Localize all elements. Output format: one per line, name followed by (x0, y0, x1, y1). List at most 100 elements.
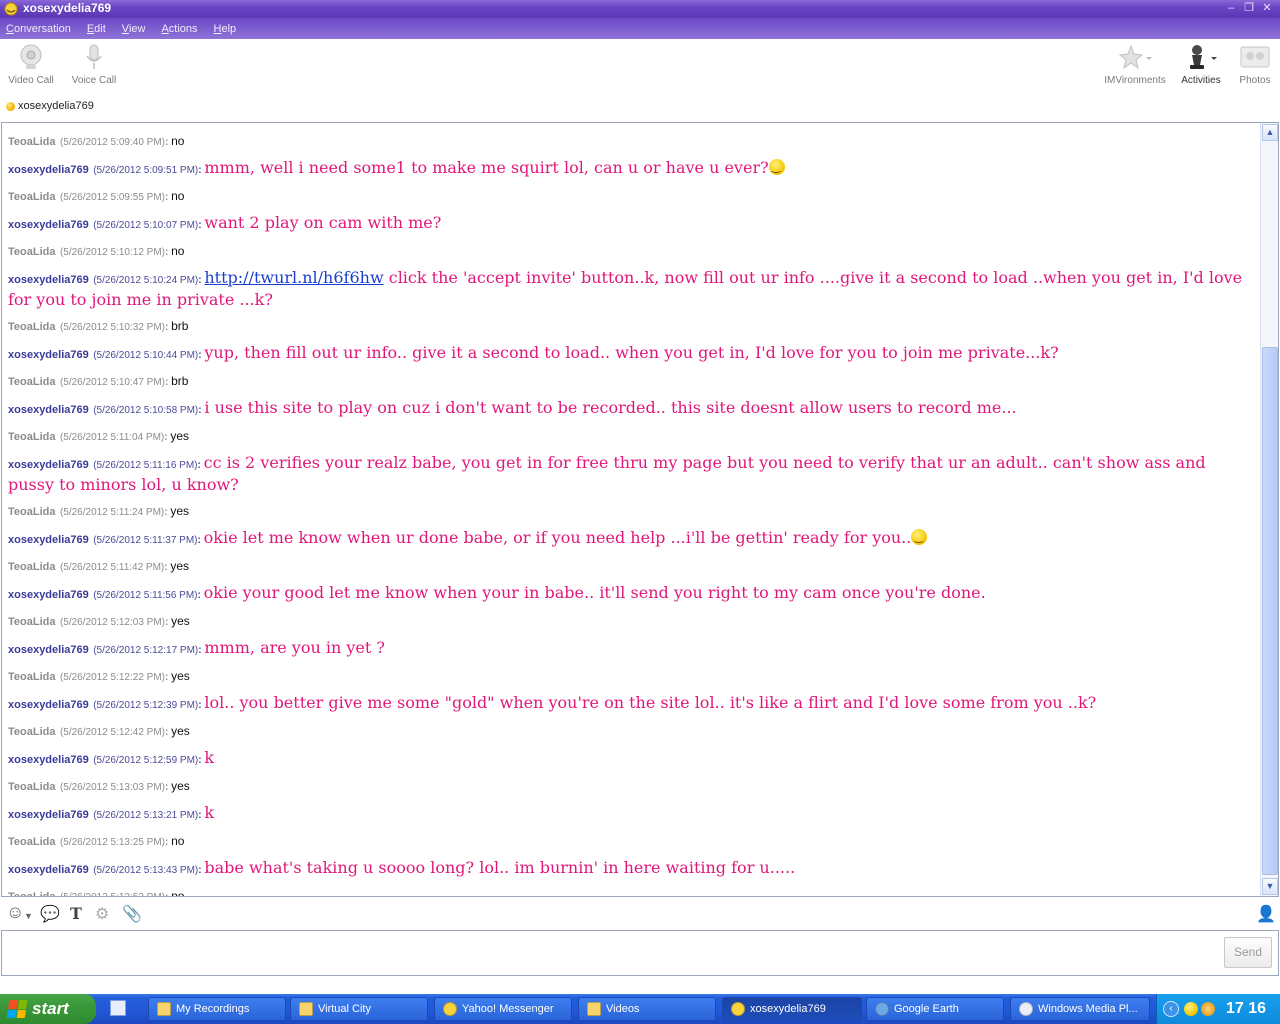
message-timestamp: (5/26/2012 5:10:47 PM) (59, 377, 166, 388)
message-sender[interactable]: TeoaLida (8, 506, 55, 518)
yahoo-smiley-icon (443, 1002, 457, 1016)
message-sender[interactable]: TeoaLida (8, 616, 55, 628)
message-timestamp: (5/26/2012 5:13:21 PM) (93, 810, 199, 821)
message-sender[interactable]: TeoaLida (8, 376, 55, 388)
message-sender[interactable]: TeoaLida (8, 671, 55, 683)
taskbar: start My Recordings Virtual City Yahoo! Me… (0, 994, 1280, 1024)
taskbar-button[interactable]: My Recordings (148, 997, 286, 1021)
menu-edit[interactable]: Edit (87, 23, 106, 35)
message-text: yes (171, 669, 190, 683)
message-timestamp: (5/26/2012 5:09:55 PM) (59, 192, 166, 203)
message-sender[interactable]: xosexydelia769 (8, 589, 89, 601)
photos-button[interactable]: Photos (1230, 43, 1280, 86)
minimize-button[interactable]: – (1224, 2, 1238, 15)
message-sender[interactable]: xosexydelia769 (8, 349, 89, 361)
online-status-icon (6, 101, 15, 111)
chat-message: xosexydelia769 (5/26/2012 5:10:58 PM): i… (2, 398, 1260, 420)
scroll-up-button[interactable]: ▲ (1262, 124, 1278, 141)
message-text: mmm, are you in yet ? (204, 638, 385, 657)
chevron-down-icon[interactable]: ▼ (24, 911, 33, 921)
taskbar-button[interactable]: Yahoo! Messenger (434, 997, 572, 1021)
message-text: no (171, 834, 184, 848)
start-button[interactable]: start (0, 994, 96, 1024)
maximize-button[interactable]: ❐ (1242, 2, 1256, 15)
message-timestamp: (5/26/2012 5:09:40 PM) (59, 137, 166, 148)
message-body: i use this site to play on cuz i don't w… (204, 398, 1017, 417)
attach-icon[interactable]: 📎 (122, 904, 142, 924)
message-sender[interactable]: xosexydelia769 (8, 404, 89, 416)
text-format-icon[interactable]: T (70, 904, 82, 923)
windows-logo-icon (6, 1000, 28, 1018)
voice-call-button[interactable]: Voice Call (68, 43, 120, 86)
photos-label: Photos (1239, 75, 1271, 86)
scroll-down-button[interactable]: ▼ (1262, 878, 1278, 895)
message-link[interactable]: http://twurl.nl/h6f6hw (204, 268, 383, 287)
taskbar-button[interactable]: Google Earth (866, 997, 1004, 1021)
message-sender[interactable]: xosexydelia769 (8, 644, 89, 656)
message-sender[interactable]: xosexydelia769 (8, 274, 89, 286)
tray-expand-icon[interactable]: ‹ (1163, 1001, 1179, 1017)
activities-button[interactable]: Activities (1176, 43, 1226, 86)
message-body: yes (171, 779, 190, 793)
menu-actions[interactable]: Actions (161, 23, 197, 35)
emoticon-icon[interactable]: ☺ (6, 902, 24, 923)
send-button[interactable]: Send (1224, 937, 1272, 968)
message-timestamp: (5/26/2012 5:11:56 PM) (93, 590, 198, 601)
message-text: yes (171, 779, 190, 793)
message-sender[interactable]: xosexydelia769 (8, 534, 89, 546)
video-call-button[interactable]: Video Call (5, 43, 57, 86)
message-body: k (204, 748, 215, 767)
title-bar[interactable]: xosexydelia769 – ❐ ✕ (0, 0, 1280, 18)
scroll-thumb[interactable] (1262, 347, 1278, 875)
message-sender[interactable]: xosexydelia769 (8, 219, 89, 231)
chat-message: TeoaLida (5/26/2012 5:09:55 PM): no (2, 186, 1260, 207)
message-body: no (171, 889, 185, 896)
message-sender[interactable]: xosexydelia769 (8, 754, 89, 766)
message-sender[interactable]: TeoaLida (8, 781, 55, 793)
taskbar-button[interactable]: Windows Media Pl... (1010, 997, 1150, 1021)
taskbar-button[interactable]: Videos (578, 997, 716, 1021)
taskbar-button[interactable]: xosexydelia769 (722, 997, 862, 1021)
message-sender[interactable]: TeoaLida (8, 321, 55, 333)
show-desktop-icon[interactable] (110, 1000, 126, 1016)
globe-icon (875, 1002, 889, 1016)
message-sender[interactable]: TeoaLida (8, 246, 55, 258)
contact-name[interactable]: xosexydelia769 (18, 100, 94, 112)
message-timestamp: (5/26/2012 5:10:07 PM) (93, 220, 199, 231)
vertical-scrollbar[interactable]: ▲ ▼ (1260, 123, 1278, 896)
taskbar-button[interactable]: Virtual City (290, 997, 428, 1021)
message-sender[interactable]: TeoaLida (8, 836, 55, 848)
message-text: okie your good let me know when your in … (204, 583, 986, 602)
message-sender[interactable]: TeoaLida (8, 561, 55, 573)
menu-conversation[interactable]: Conversation (6, 23, 71, 35)
message-sender[interactable]: TeoaLida (8, 431, 55, 443)
clock: 17 16 (1226, 1000, 1267, 1017)
message-sender[interactable]: TeoaLida (8, 726, 55, 738)
message-sender[interactable]: TeoaLida (8, 191, 55, 203)
menu-help[interactable]: Help (214, 23, 237, 35)
message-sender[interactable]: TeoaLida (8, 136, 55, 148)
close-button[interactable]: ✕ (1260, 2, 1274, 15)
yahoo-tray-icon[interactable] (1184, 1002, 1198, 1016)
message-body: no (171, 134, 185, 148)
message-text: yes (171, 724, 190, 738)
audible-icon[interactable]: 💬 (40, 904, 60, 924)
imvironments-button[interactable]: IMVironments (1102, 43, 1168, 86)
message-sender[interactable]: xosexydelia769 (8, 864, 89, 876)
message-timestamp: (5/26/2012 5:12:17 PM) (93, 645, 199, 656)
message-timestamp: (5/26/2012 5:12:59 PM) (93, 755, 199, 766)
message-sender[interactable]: xosexydelia769 (8, 809, 89, 821)
message-input[interactable]: Send (1, 930, 1279, 976)
message-body: no (171, 244, 185, 258)
message-sender[interactable]: xosexydelia769 (8, 699, 89, 711)
chat-message: xosexydelia769 (5/26/2012 5:13:43 PM): b… (2, 858, 1260, 880)
message-sender[interactable]: xosexydelia769 (8, 164, 89, 176)
message-sender[interactable]: xosexydelia769 (8, 459, 89, 471)
contact-details-icon[interactable]: 👤 (1256, 904, 1276, 924)
message-sender[interactable]: TeoaLida (8, 891, 55, 896)
chat-message: TeoaLida (5/26/2012 5:11:04 PM): yes (2, 426, 1260, 447)
tray-app-icon[interactable] (1201, 1002, 1215, 1016)
gear-icon[interactable]: ⚙ (95, 904, 109, 924)
message-text: no (171, 889, 184, 896)
menu-view[interactable]: View (122, 23, 146, 35)
